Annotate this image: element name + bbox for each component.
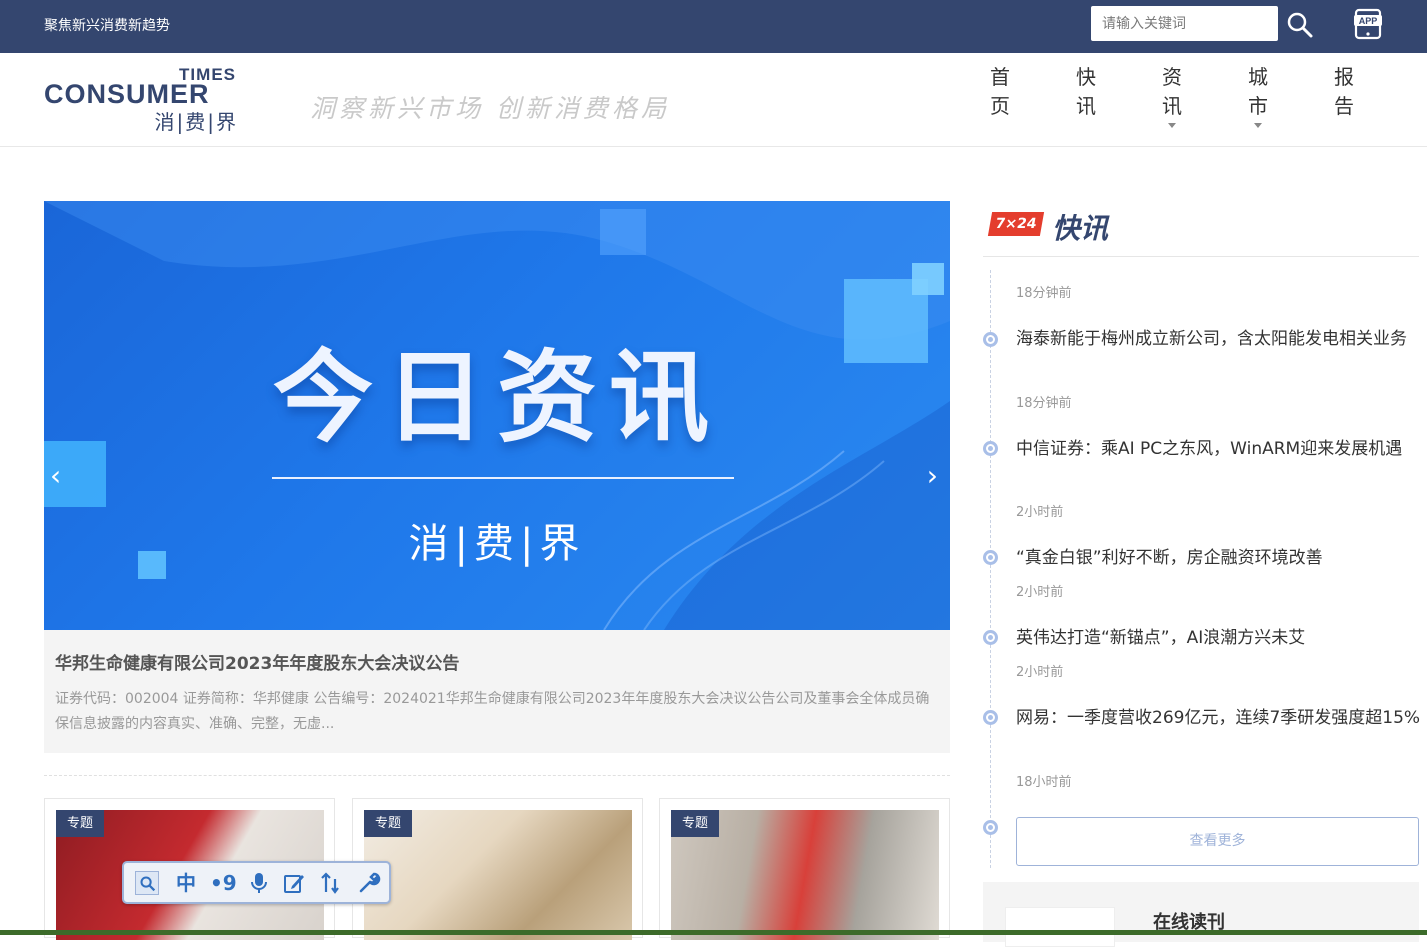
text-size-icon[interactable] [320,871,344,895]
nav-item-home[interactable]: 首页 [988,63,1012,121]
nav-item-label: 快讯 [1076,65,1096,118]
accessibility-toolbar: 中 •9 [122,861,391,904]
news-item-title[interactable]: 中信证券：乘AI PC之东风，WinARM迎来发展机遇 [1016,435,1421,464]
caret-down-icon [1168,123,1176,128]
timeline-dot-icon [983,710,998,725]
pinyin-icon[interactable]: •9 [210,871,237,895]
nav-item-city[interactable]: 城市 [1246,63,1270,128]
news-time: 2小时前 [1016,585,1064,600]
nav-item-label: 城市 [1248,65,1268,118]
topic-card[interactable]: 专题 [659,798,950,940]
caption-description: 证券代码：002004 证券简称：华邦健康 公告编号：2024021华邦生命健康… [55,691,930,732]
nav-item-news[interactable]: 资讯 [1160,63,1184,128]
carousel-prev-icon[interactable]: ‹ [50,459,61,492]
caption-title[interactable]: 华邦生命健康有限公司2023年年度股东大会决议公告 [55,649,459,674]
news-time: 18分钟前 [1016,286,1072,301]
nav-item-report[interactable]: 报告 [1332,63,1356,121]
site-tagline: 洞察新兴市场 创新消费格局 [310,94,670,123]
caret-down-icon [1254,123,1262,128]
edit-icon[interactable] [282,871,306,895]
timeline-dot-icon [983,820,998,835]
badge-7x24: 7×24 [987,212,1045,236]
site-logo[interactable]: TIMES CONSUMER 消|费|界 [44,65,240,135]
sidebar-divider [983,256,1419,257]
carousel-banner[interactable]: 今日资讯 消|费|界 ‹ › [44,201,950,630]
search-input[interactable] [1091,6,1278,41]
nav-item-flash[interactable]: 快讯 [1074,63,1098,121]
timeline-dot-icon [983,332,998,347]
app-download-icon[interactable]: APP [1353,8,1383,40]
logo-cn: 消|费|界 [154,110,238,134]
search-icon[interactable] [1286,11,1314,39]
carousel-next-icon[interactable]: › [927,459,938,492]
news-time: 18分钟前 [1016,396,1072,411]
magazine-cover[interactable] [1005,907,1115,947]
timeline-line [990,270,991,868]
section-divider [44,775,950,776]
news-time: 18小时前 [1016,775,1072,790]
site-slogan: 聚焦新兴消费新趋势 [44,18,170,34]
svg-text:APP: APP [1359,16,1378,26]
news-item-title[interactable]: “真金白银”利好不断，房企融资环境改善 [1016,544,1421,573]
news-item-title[interactable]: 网易：一季度营收269亿元，连续7季研发强度超15% [1016,704,1421,733]
site-header: TIMES CONSUMER 消|费|界 洞察新兴市场 创新消费格局 首页 快讯… [0,53,1427,147]
timeline-dot-icon [983,550,998,565]
top-bar: 聚焦新兴消费新趋势 APP [0,0,1427,53]
view-more-button[interactable]: 查看更多 [1016,817,1419,866]
chinese-mode-icon[interactable]: 中 [174,871,198,895]
topic-card[interactable]: 专题 [352,798,643,940]
timeline-dot-icon [983,630,998,645]
settings-wrench-icon[interactable] [357,871,381,895]
banner-caption[interactable]: 华邦生命健康有限公司2023年年度股东大会决议公告 证券代码：002004 证券… [44,630,950,753]
topic-tag: 专题 [56,810,105,837]
timeline-dot-icon [983,441,998,456]
banner-rule [272,477,734,479]
microphone-icon[interactable] [247,871,271,895]
nav-item-label: 报告 [1334,65,1354,118]
topic-tag: 专题 [671,810,720,837]
banner-headline: 今日资讯 [273,339,721,456]
news-time: 2小时前 [1016,665,1064,680]
nav-item-label: 资讯 [1162,65,1182,118]
flash-news-title: 快讯 [1052,212,1109,245]
topic-tag: 专题 [364,810,413,837]
news-time: 2小时前 [1016,505,1064,520]
screen-reader-icon[interactable] [135,871,159,895]
news-item-title[interactable]: 海泰新能于梅州成立新公司，含太阳能发电相关业务 [1016,325,1421,354]
banner-sub: 消|费|界 [408,521,586,567]
nav-item-label: 首页 [990,65,1010,118]
news-item-title[interactable]: 英伟达打造“新锚点”，AI浪潮方兴未艾 [1016,624,1421,653]
os-taskbar [0,930,1427,935]
